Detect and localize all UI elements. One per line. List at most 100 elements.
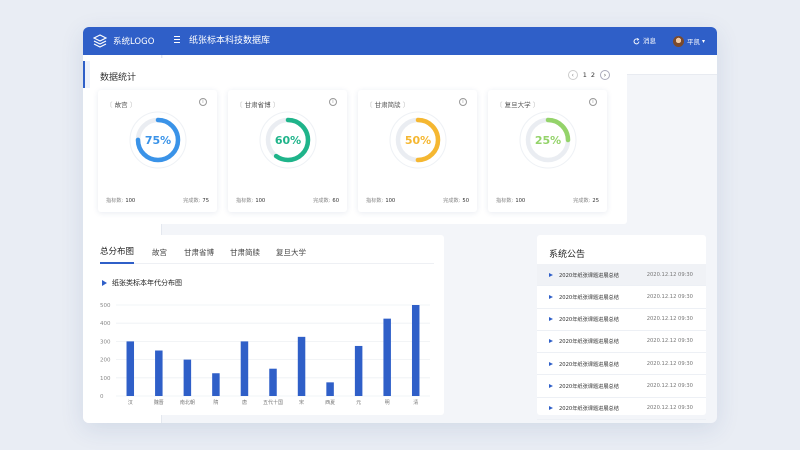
done-value: 50 [462, 198, 469, 204]
pager-page-1[interactable]: 1 [583, 71, 587, 79]
indicator-label: 指标数: [106, 198, 124, 204]
indicator-label: 指标数: [236, 198, 254, 204]
stat-card[interactable]: 〔 故宫 〕 i 75% 指标数: 100 完成数: 75 [98, 90, 217, 212]
done-value: 25 [592, 198, 599, 204]
notice-item-title: 2020年纸张课题进展总结 [559, 272, 619, 279]
stat-card-title: 故宫 [114, 101, 128, 109]
progress-percent: 60% [274, 133, 302, 147]
messages-button[interactable]: 消息 [633, 27, 656, 55]
notice-item[interactable]: 2020年纸张课题进展总结 2020.12.12 09:30 [537, 286, 706, 309]
stats-pager: ‹ 1 2 › [565, 70, 613, 80]
notice-list: 2020年纸张课题进展总结 2020.12.12 09:30 2020年纸张课题进展… [537, 264, 706, 421]
notice-item-date: 2020.12.12 09:30 [646, 316, 693, 323]
bar-chart: 0 100 200 300 400 500 汉 魏晋 南北朝 隋 唐 五代十国 宋 西夏 元 明 清 [100, 303, 430, 406]
done-label: 完成数: [313, 198, 331, 204]
avatar [673, 35, 684, 47]
stats-panel: 数据统计 ‹ 1 2 › 〔 故宫 〕 i 75% 指标数: 100 完成数: 75 〔 甘肃… [90, 58, 627, 224]
done-label: 完成数: [573, 198, 591, 204]
x-tick-label: 隋 [213, 399, 218, 406]
indicator-label: 指标数: [366, 198, 384, 204]
stat-card-title: 复旦大学 [504, 101, 531, 109]
user-name: 平凯 [687, 38, 700, 46]
info-icon[interactable]: i [329, 98, 337, 106]
brand[interactable]: 系统LOGO [93, 27, 154, 55]
notice-item-title: 2020年纸张课题进展总结 [559, 339, 619, 346]
notice-panel: 系统公告 2020年纸张课题进展总结 2020.12.12 09:30 2020年纸… [537, 235, 706, 421]
notice-item[interactable]: 2020年纸张课题进展总结 2020.12.12 09:30 [537, 331, 706, 354]
progress-percent: 50% [404, 133, 432, 147]
bar-7[interactable] [326, 382, 334, 396]
y-tick-label: 100 [100, 376, 111, 382]
x-tick-label: 明 [385, 400, 390, 406]
stat-card-name: 〔 甘肃省博 〕 [236, 101, 280, 109]
stat-card-name: 〔 复旦大学 〕 [496, 101, 540, 109]
x-tick-label: 汉 [128, 399, 133, 406]
notice-item[interactable]: 2020年纸张课题进展总结 2020.12.12 09:30 [537, 309, 706, 331]
progress-percent: 75% [144, 133, 172, 147]
pager-prev-button[interactable]: ‹ [567, 70, 578, 80]
messages-label: 消息 [643, 37, 656, 45]
stat-card-name: 〔 故宫 〕 [106, 101, 137, 109]
done-label: 完成数: [183, 198, 201, 204]
x-tick-label: 元 [356, 400, 361, 406]
triangle-bullet-icon [549, 383, 553, 388]
stat-card-footer: 指标数: 100 完成数: 75 [106, 197, 209, 204]
bar-6[interactable] [297, 336, 306, 396]
notice-item-date: 2020.12.12 09:30 [646, 271, 693, 278]
notice-item[interactable]: 2020年纸张课题进展总结 2020.12.12 09:30 [537, 398, 706, 421]
stat-card-title: 甘肃省博 [244, 101, 271, 109]
app-title: 纸张标本科技数据库 [189, 36, 271, 46]
pager-page-2[interactable]: 2 [591, 71, 595, 79]
user-menu[interactable]: 平凯 ▾ [673, 27, 705, 55]
notice-item-date: 2020.12.12 09:30 [646, 360, 693, 367]
x-tick-label: 西夏 [325, 400, 335, 406]
bar-2[interactable] [183, 359, 192, 396]
notice-item[interactable]: 2020年纸张课题进展总结 2020.12.12 09:30 [537, 375, 706, 398]
notice-item-date: 2020.12.12 09:30 [646, 405, 693, 412]
bar-1[interactable] [155, 350, 163, 397]
stat-card-footer: 指标数: 100 完成数: 50 [366, 197, 469, 204]
notice-item[interactable]: 2020年纸张课题进展总结 2020.12.12 09:30 [537, 353, 706, 376]
bar-4[interactable] [240, 341, 249, 396]
indicator-value: 100 [385, 198, 396, 204]
stat-card[interactable]: 〔 甘肃简牍 〕 i 50% 指标数: 100 完成数: 50 [358, 90, 477, 212]
bar-5[interactable] [269, 368, 277, 396]
notice-item-date: 2020.12.12 09:30 [646, 382, 693, 389]
logo-text: 系统LOGO [113, 37, 155, 47]
notice-item-title: 2020年纸张课题进展总结 [559, 317, 619, 324]
notice-item-date: 2020.12.12 09:30 [646, 293, 693, 300]
stat-card[interactable]: 〔 复旦大学 〕 i 25% 指标数: 100 完成数: 25 [488, 90, 607, 212]
done-value: 60 [332, 198, 339, 204]
notice-item-title: 2020年纸张课题进展总结 [559, 383, 619, 390]
x-tick-label: 宋 [299, 399, 304, 406]
y-tick-label: 500 [100, 303, 111, 309]
notice-item[interactable]: 2020年纸张课题进展总结 2020.12.12 09:30 [537, 264, 706, 287]
stat-card-footer: 指标数: 100 完成数: 60 [236, 197, 339, 204]
distribution-panel: 总分布图 故宫 甘肃省博 甘肃简牍 复旦大学 纸张类标本年代分布图 0 100 20… [90, 235, 444, 415]
x-tick-label: 魏晋 [154, 399, 164, 406]
y-tick-label: 400 [100, 321, 111, 327]
top-bar: 系统LOGO 纸张标本科技数据库 消息 平凯 ▾ [83, 27, 717, 55]
notice-item-title: 2020年纸张课题进展总结 [559, 294, 619, 301]
notice-item-date: 2020.12.12 09:30 [646, 338, 693, 345]
triangle-bullet-icon [549, 317, 553, 322]
x-tick-label: 唐 [242, 399, 247, 406]
bar-3[interactable] [212, 373, 220, 396]
progress-percent: 25% [534, 133, 562, 147]
bar-9[interactable] [383, 318, 391, 396]
info-icon[interactable]: i [459, 98, 467, 106]
triangle-bullet-icon [549, 339, 553, 344]
triangle-bullet-icon [549, 272, 553, 277]
y-tick-label: 200 [100, 358, 111, 364]
bar-0[interactable] [126, 341, 135, 396]
bar-10[interactable] [411, 305, 420, 396]
chevron-down-icon: ▾ [702, 37, 706, 45]
menu-toggle-icon[interactable] [174, 36, 182, 46]
indicator-value: 100 [515, 198, 526, 204]
pager-next-button[interactable]: › [600, 70, 610, 80]
info-icon[interactable]: i [589, 98, 597, 106]
info-icon[interactable]: i [199, 98, 207, 106]
stat-card[interactable]: 〔 甘肃省博 〕 i 60% 指标数: 100 完成数: 60 [228, 90, 347, 212]
notice-title: 系统公告 [549, 250, 586, 260]
bar-8[interactable] [354, 345, 363, 396]
